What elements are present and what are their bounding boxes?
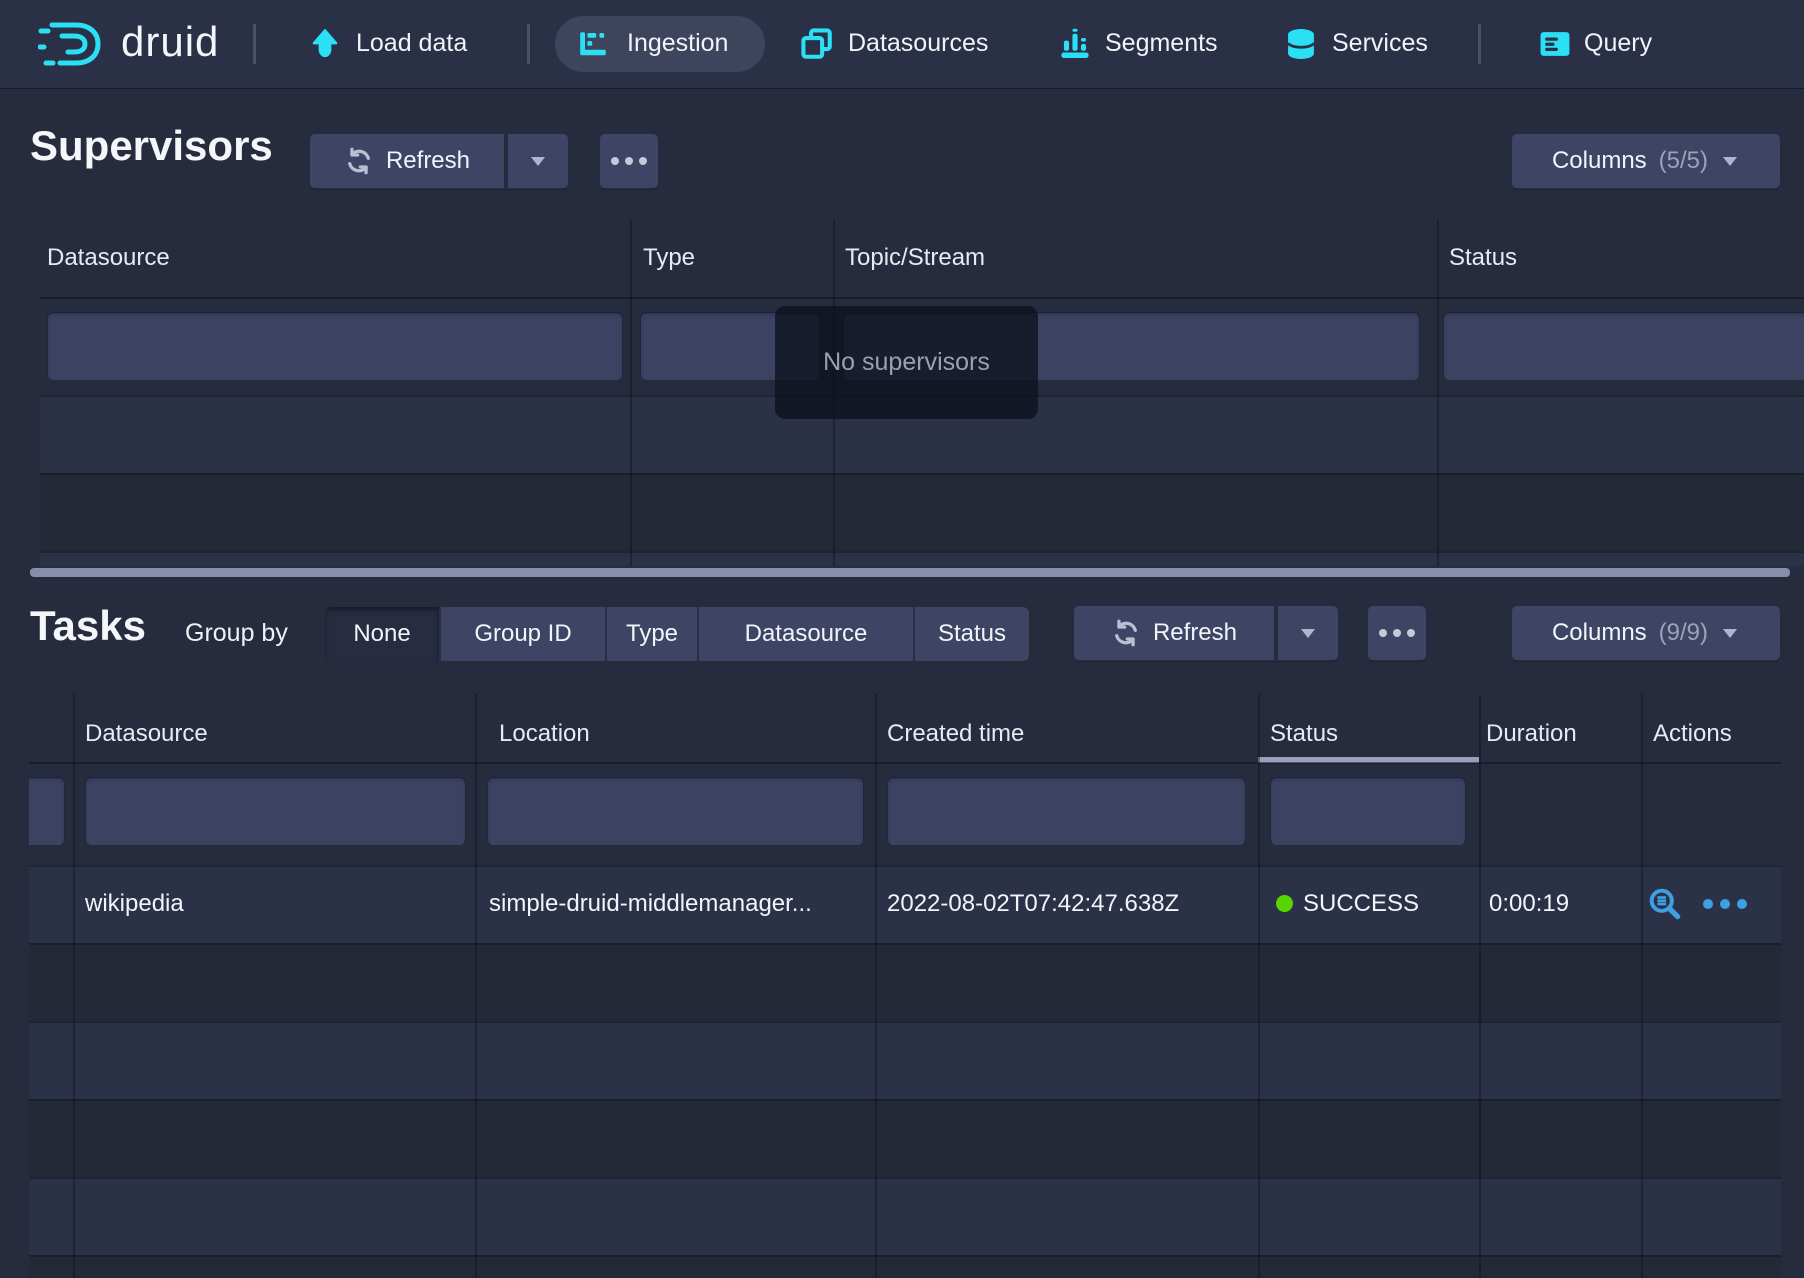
caret-down-icon — [1720, 626, 1740, 640]
top-nav: druid Load data Ingestion Datasources — [0, 0, 1804, 88]
column-divider — [73, 694, 75, 1278]
column-header-location[interactable]: Location — [499, 720, 590, 748]
group-by-type-button[interactable]: Type — [607, 607, 699, 661]
filter-input-created-time[interactable] — [887, 777, 1246, 846]
refresh-icon — [344, 146, 374, 176]
header-divider — [40, 297, 1804, 299]
group-by-label: Group by — [185, 619, 288, 648]
filter-input-location[interactable] — [487, 777, 864, 846]
task-status-badge: SUCCESS — [1303, 890, 1419, 918]
table-row[interactable] — [40, 473, 1804, 551]
column-header-datasource[interactable]: Datasource — [47, 244, 170, 272]
filter-input-datasource[interactable] — [47, 312, 623, 381]
refresh-label: Refresh — [1153, 619, 1237, 647]
column-divider — [1479, 694, 1481, 1278]
refresh-icon — [1111, 618, 1141, 648]
supervisors-columns-button[interactable]: Columns (5/5) — [1511, 133, 1781, 189]
supervisors-more-button[interactable] — [599, 133, 659, 189]
columns-count: (5/5) — [1659, 147, 1708, 175]
supervisors-refresh-dropdown-button[interactable] — [505, 133, 569, 189]
columns-count: (9/9) — [1659, 619, 1708, 647]
more-actions-icon[interactable] — [1701, 896, 1749, 912]
columns-label: Columns — [1552, 619, 1647, 647]
filter-input-status[interactable] — [1443, 312, 1804, 381]
column-header-duration[interactable]: Duration — [1486, 720, 1577, 748]
more-icon — [611, 157, 647, 165]
header-divider — [29, 762, 1781, 764]
nav-divider — [253, 24, 256, 64]
column-header-status[interactable]: Status — [1270, 720, 1338, 748]
column-header-topic-stream[interactable]: Topic/Stream — [845, 244, 985, 272]
group-by-none-button[interactable]: None — [325, 607, 441, 661]
horizontal-scrollbar[interactable] — [30, 568, 1790, 577]
nav-item-query[interactable]: Query — [1584, 29, 1652, 58]
column-header-type[interactable]: Type — [643, 244, 695, 272]
nav-item-ingestion[interactable]: Ingestion — [627, 29, 728, 58]
query-icon — [1538, 27, 1572, 61]
group-by-status-button[interactable]: Status — [915, 607, 1029, 661]
column-header-created-time[interactable]: Created time — [887, 720, 1024, 748]
task-datasource: wikipedia — [85, 890, 184, 918]
group-by-button-group: None Group ID Type Datasource Status — [325, 607, 1029, 661]
filter-input-first-column[interactable] — [29, 777, 65, 846]
tasks-refresh-dropdown-button[interactable] — [1275, 605, 1339, 661]
task-created-time: 2022-08-02T07:42:47.638Z — [887, 890, 1179, 918]
columns-label: Columns — [1552, 147, 1647, 175]
column-header-datasource[interactable]: Datasource — [85, 720, 208, 748]
tasks-more-button[interactable] — [1367, 605, 1427, 661]
task-location: simple-druid-middlemanager... — [489, 890, 812, 918]
table-row[interactable] — [29, 1255, 1781, 1278]
nav-item-segments[interactable]: Segments — [1105, 29, 1218, 58]
column-divider — [1437, 220, 1439, 566]
column-divider — [630, 220, 632, 566]
column-divider — [1641, 694, 1643, 1278]
column-header-status[interactable]: Status — [1449, 244, 1517, 272]
upload-icon — [308, 27, 342, 61]
refresh-label: Refresh — [386, 147, 470, 175]
druid-console: druid Load data Ingestion Datasources — [0, 0, 1804, 1278]
nav-divider — [527, 24, 530, 64]
task-duration: 0:00:19 — [1489, 890, 1569, 918]
druid-logo-icon[interactable] — [38, 17, 108, 71]
nav-item-load-data[interactable]: Load data — [356, 29, 467, 58]
filter-input-status[interactable] — [1270, 777, 1466, 846]
caret-down-icon — [528, 154, 548, 168]
segments-icon — [1058, 27, 1092, 61]
magnifier-details-icon[interactable] — [1647, 886, 1683, 922]
more-icon — [1379, 629, 1415, 637]
services-icon — [1284, 27, 1318, 61]
filter-input-datasource[interactable] — [85, 777, 466, 846]
supervisors-title: Supervisors — [30, 122, 273, 170]
supervisors-refresh-button[interactable]: Refresh — [309, 133, 505, 189]
ingestion-icon — [577, 29, 609, 61]
group-by-group-id-button[interactable]: Group ID — [441, 607, 607, 661]
no-supervisors-message: No supervisors — [775, 306, 1038, 419]
nav-item-services[interactable]: Services — [1332, 29, 1428, 58]
nav-divider — [1478, 24, 1481, 64]
status-success-dot — [1276, 895, 1293, 912]
caret-down-icon — [1720, 154, 1740, 168]
table-row[interactable] — [40, 551, 1804, 566]
column-divider — [475, 694, 477, 1278]
group-by-datasource-button[interactable]: Datasource — [699, 607, 915, 661]
tasks-refresh-button[interactable]: Refresh — [1073, 605, 1275, 661]
column-header-actions[interactable]: Actions — [1653, 720, 1732, 748]
table-row[interactable] — [29, 943, 1781, 1021]
column-divider — [875, 694, 877, 1278]
table-row[interactable] — [29, 1021, 1781, 1099]
tasks-table: Datasource Location Created time Status … — [29, 694, 1781, 1278]
tasks-columns-button[interactable]: Columns (9/9) — [1511, 605, 1781, 661]
nav-item-datasources[interactable]: Datasources — [848, 29, 988, 58]
table-row[interactable] — [29, 1177, 1781, 1255]
caret-down-icon — [1298, 626, 1318, 640]
datasources-icon — [800, 27, 834, 61]
brand-name[interactable]: druid — [121, 18, 219, 66]
tasks-title: Tasks — [30, 602, 146, 650]
column-divider — [1258, 694, 1260, 1278]
table-row[interactable] — [29, 1099, 1781, 1177]
